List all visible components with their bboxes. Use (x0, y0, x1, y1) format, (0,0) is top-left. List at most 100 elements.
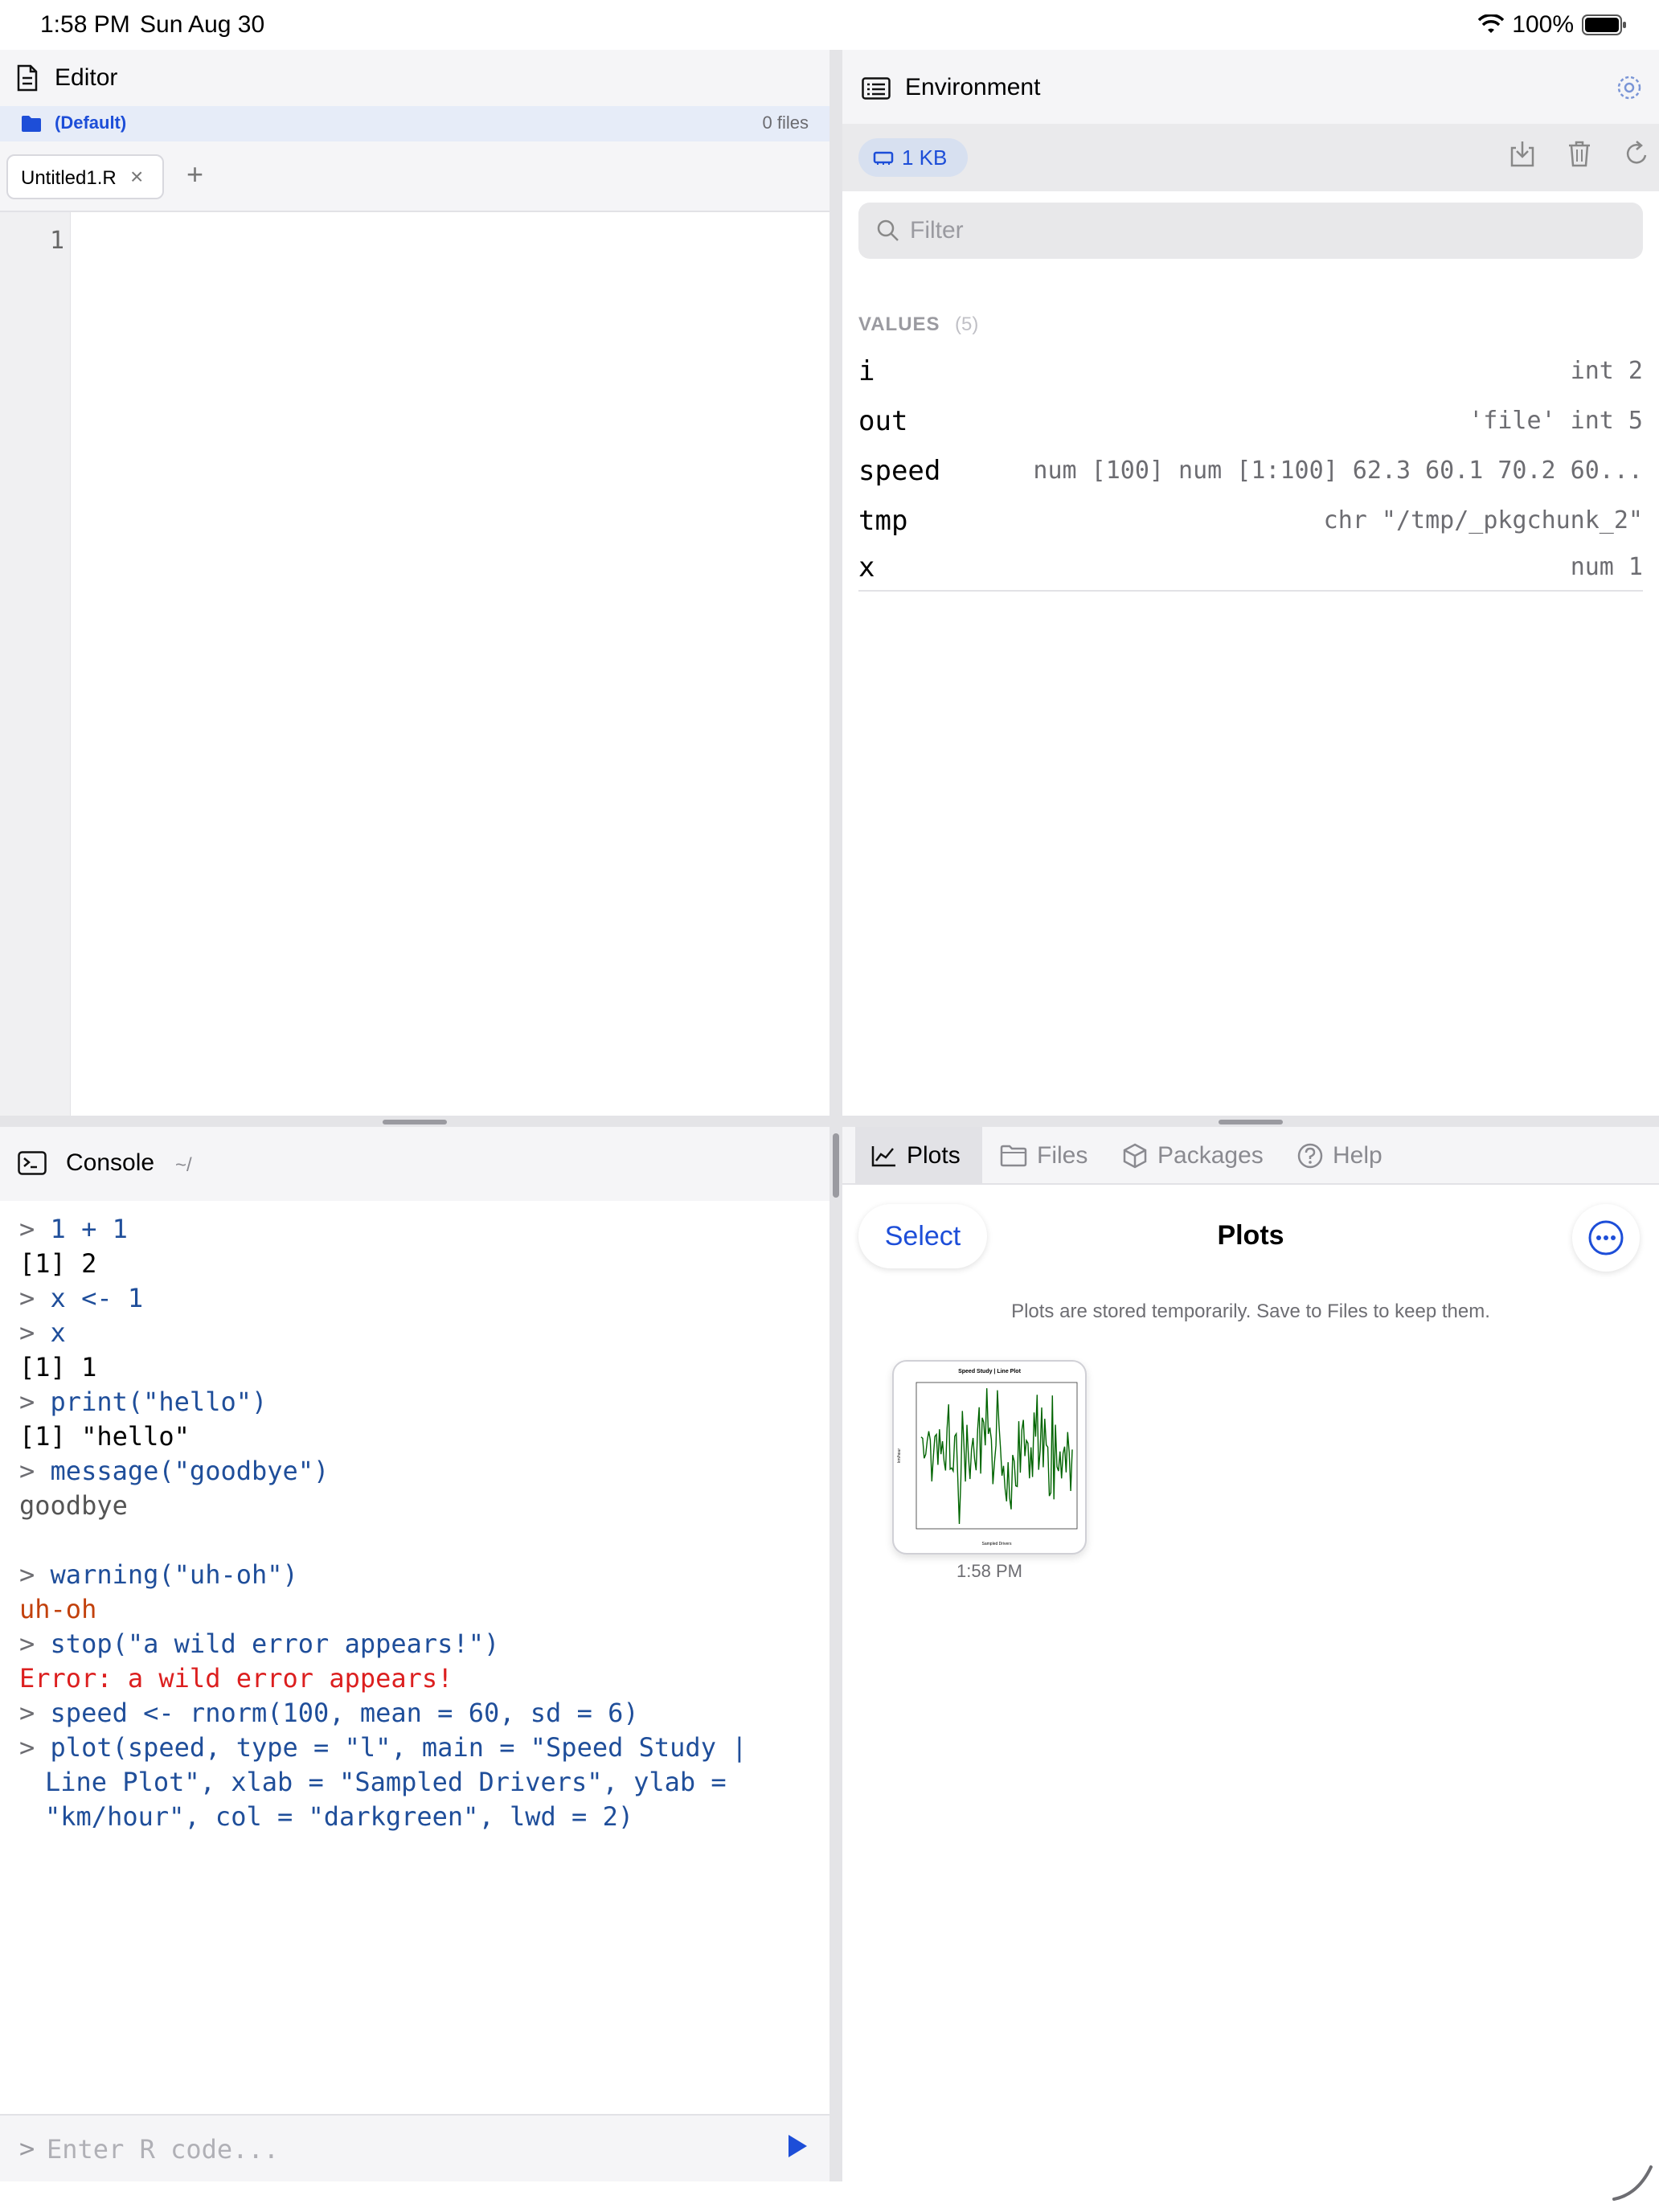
env-row-i[interactable]: i int 2 (858, 347, 1643, 397)
folder-icon (1000, 1145, 1027, 1167)
thumb-plot-line (920, 1388, 1073, 1525)
environment-plots-splitter[interactable] (842, 1116, 1659, 1127)
tab-files[interactable]: Files (984, 1127, 1104, 1185)
env-row-speed[interactable]: speed num [100] num [1:100] 62.3 60.1 70… (858, 447, 1643, 497)
environment-header: Environment (842, 50, 1659, 124)
console-command-line: > stop("a wild error appears!") (19, 1627, 815, 1661)
env-var-desc: 'file' int 5 (1469, 407, 1643, 435)
tab-label: Help (1333, 1142, 1382, 1169)
terminal-icon (18, 1151, 47, 1175)
tab-plots[interactable]: Plots (855, 1127, 982, 1185)
console-command-text: x (50, 1317, 66, 1348)
plots-note: Plots are stored temporarily. Save to Fi… (1011, 1301, 1490, 1322)
console-command-line: > message("goodbye") (19, 1454, 815, 1489)
console-output-line: goodbye (19, 1490, 128, 1521)
console-input[interactable] (47, 2127, 754, 2172)
splitter-handle[interactable] (383, 1120, 447, 1124)
status-indicators: 100% (1478, 11, 1627, 39)
file-count: 0 files (762, 113, 809, 133)
env-var-desc: num 1 (1570, 553, 1643, 581)
thumb-xlabel: Sampled Drivers (982, 1542, 1012, 1546)
console-input-bar: > (0, 2114, 830, 2181)
vertical-splitter[interactable] (830, 50, 842, 2181)
console-command-line: > x <- 1 (19, 1281, 815, 1316)
console-path: ~/ (175, 1154, 192, 1176)
env-row-out[interactable]: out 'file' int 5 (858, 397, 1643, 447)
import-icon[interactable] (1509, 140, 1535, 167)
tab-help[interactable]: Help (1281, 1127, 1399, 1185)
console-command-line: > x (19, 1316, 815, 1350)
env-var-name: speed (858, 455, 941, 487)
tab-label: Files (1037, 1142, 1088, 1169)
memory-chip-icon (873, 150, 894, 165)
env-row-tmp[interactable]: tmp chr "/tmp/_pkgchunk_2" (858, 497, 1643, 547)
tab-label: Plots (907, 1142, 961, 1169)
memory-size: 1 KB (902, 145, 948, 170)
values-count: (5) (955, 313, 979, 335)
line-number: 1 (49, 227, 64, 255)
run-console-button[interactable] (786, 2133, 809, 2159)
battery-icon (1582, 14, 1627, 35)
settings-gear-icon[interactable] (1616, 74, 1643, 101)
env-var-name: x (858, 551, 875, 584)
console-command-text: x <- 1 (50, 1283, 144, 1313)
plot-thumbnail[interactable]: Speed Study | Line Plot Sampled Drivers … (892, 1360, 1087, 1555)
console-output-line: uh-oh (19, 1594, 97, 1624)
chart-line-icon (871, 1145, 897, 1167)
refresh-icon[interactable] (1624, 140, 1649, 167)
console-prompt: > (19, 1698, 35, 1728)
more-icon (1587, 1219, 1624, 1256)
console-command-line: > plot(speed, type = "l", main = "Speed … (19, 1731, 815, 1765)
editor-console-splitter[interactable] (0, 1116, 830, 1127)
thumb-plot-title: Speed Study | Line Plot (958, 1369, 1021, 1374)
status-time: 1:58 PM (40, 11, 130, 38)
project-name: (Default) (55, 113, 127, 133)
console-prompt: > (19, 1283, 35, 1313)
plots-more-button[interactable] (1572, 1204, 1640, 1272)
memory-badge[interactable]: 1 KB (858, 138, 968, 177)
list-icon (862, 77, 891, 100)
project-bar[interactable]: (Default) 0 files (0, 106, 830, 141)
console-command-continuation: "km/hour", col = "darkgreen", lwd = 2) (45, 1801, 634, 1832)
editor-title: Editor (55, 64, 118, 91)
editor-tab-bar: Untitled1.R × (0, 141, 830, 212)
console-command-line: > speed <- rnorm(100, mean = 60, sd = 6) (19, 1696, 815, 1731)
filter-box[interactable] (858, 203, 1643, 259)
document-icon (16, 64, 39, 92)
env-var-desc: chr "/tmp/_pkgchunk_2" (1323, 506, 1643, 535)
console-output-line: [1] "hello" (19, 1421, 190, 1452)
splitter-handle[interactable] (1219, 1120, 1283, 1124)
status-bar: 1:58 PM Sun Aug 30 100% (0, 0, 1659, 50)
console-prompt: > (19, 1387, 35, 1417)
env-var-name: i (858, 355, 875, 387)
help-question-icon (1297, 1143, 1323, 1169)
select-button[interactable]: Select (858, 1204, 987, 1268)
console-command-text: print("hello") (50, 1387, 268, 1417)
divider (858, 590, 1643, 592)
splitter-handle[interactable] (833, 1133, 839, 1198)
console-output-line (19, 1523, 815, 1558)
tab-packages[interactable]: Packages (1106, 1127, 1280, 1185)
trash-icon[interactable] (1567, 140, 1591, 167)
code-editor[interactable] (71, 212, 830, 1116)
console-command-text: warning("uh-oh") (50, 1559, 298, 1590)
input-prompt: > (19, 2133, 35, 2164)
plots-title: Plots (1217, 1220, 1284, 1251)
line-number-gutter: 1 (0, 212, 71, 1116)
search-icon (876, 219, 900, 243)
editor-file-tab[interactable]: Untitled1.R × (6, 154, 164, 199)
package-box-icon (1122, 1143, 1148, 1169)
filter-input[interactable] (910, 211, 1617, 251)
environment-actions (1509, 140, 1649, 167)
console-title: Console (66, 1149, 155, 1176)
console-command-text: plot(speed, type = "l", main = "Speed St… (50, 1732, 748, 1763)
wifi-icon (1478, 14, 1505, 35)
editor-header: Editor (0, 50, 830, 106)
close-icon[interactable]: × (130, 164, 143, 190)
environment-title: Environment (905, 74, 1041, 100)
console-output-line: Error: a wild error appears! (19, 1663, 453, 1694)
add-tab-button[interactable]: + (186, 158, 203, 191)
console-command-text: 1 + 1 (50, 1214, 128, 1244)
env-row-x[interactable]: x num 1 (858, 543, 1643, 593)
resize-grip-icon[interactable] (1611, 2162, 1654, 2202)
